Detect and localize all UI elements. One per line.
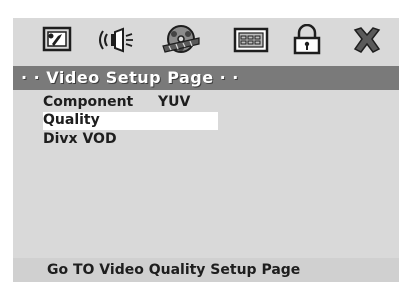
status-footer: Go TO Video Quality Setup Page [13,258,399,282]
menu-item-label: Quality [43,112,100,128]
page-title: · · Video Setup Page · · [21,68,239,87]
setup-icon-bar [13,18,399,62]
password-lock-icon[interactable] [285,24,329,56]
preference-icon[interactable] [229,24,273,56]
audio-setup-icon[interactable] [95,24,139,56]
menu-item-label: Component [43,94,134,110]
footer-hint-text: Go TO Video Quality Setup Page [47,262,301,278]
general-setup-icon[interactable] [36,24,80,56]
menu-item-value: YUV [158,94,191,110]
exit-icon[interactable] [345,24,389,56]
video-setup-icon[interactable] [159,24,203,56]
menu-item-label: Divx VOD [43,131,117,147]
menu-item-quality[interactable]: Quality [43,112,218,130]
dvd-setup-screen: · · Video Setup Page · · Component YUV Q… [13,18,399,282]
page-title-bar: · · Video Setup Page · · [13,66,399,90]
